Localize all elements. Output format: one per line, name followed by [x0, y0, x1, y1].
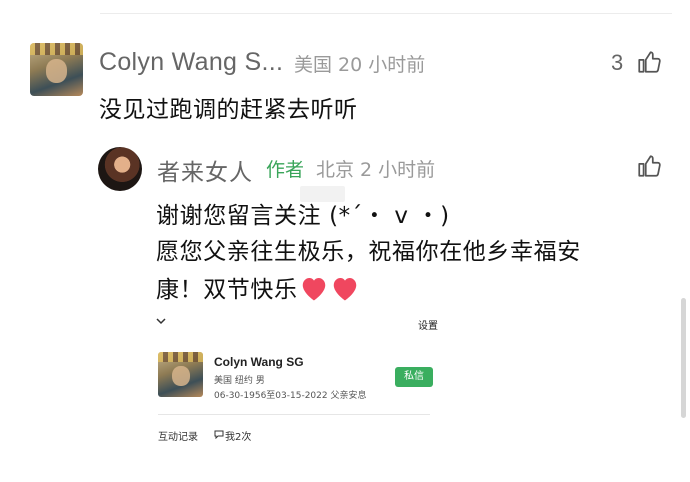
scrollbar[interactable] — [681, 298, 686, 418]
reply-meta: 北京 2 小时前 — [316, 159, 436, 181]
chevron-down-icon[interactable] — [154, 315, 168, 327]
chat-count: 我2次 — [225, 432, 252, 443]
avatar[interactable] — [30, 43, 83, 96]
profile-avatar — [158, 352, 203, 397]
comment-thread: Colyn Wang S... 美国 20 小时前 3 没见过跑调的赶紧去听听 … — [0, 0, 690, 482]
comment-body: 没见过跑调的赶紧去听听 — [99, 97, 358, 123]
divider — [158, 414, 430, 415]
reply-avatar[interactable] — [98, 147, 142, 191]
settings-link[interactable]: 设置 — [418, 317, 438, 332]
chat-bubble-icon — [214, 430, 224, 439]
profile-name: Colyn Wang SG — [214, 355, 304, 369]
heart-emoji-icon — [333, 278, 356, 301]
comment-like-count: 3 — [611, 50, 624, 75]
author-badge: 作者 — [266, 159, 305, 181]
profile-location: 美国 纽约 男 — [214, 376, 265, 386]
reply-body-text: 康！双节快乐 — [156, 277, 298, 303]
interactions-link[interactable]: 互动记录 — [158, 428, 198, 443]
message-button[interactable]: 私信 — [395, 367, 433, 387]
comment-meta: 美国 20 小时前 — [294, 54, 426, 76]
reply-body-line: 康！双节快乐 — [156, 270, 646, 304]
divider — [100, 13, 672, 14]
thumbs-up-icon[interactable] — [636, 49, 662, 75]
comment-author-name[interactable]: Colyn Wang S... — [99, 48, 283, 77]
reply-body-line: 愿您父亲往生极乐，祝福你在他乡幸福安 — [156, 239, 581, 265]
heart-emoji-icon — [302, 278, 325, 301]
blur-overlay — [300, 186, 345, 202]
reply-author-name[interactable]: 者来女人 — [157, 153, 253, 187]
thumbs-up-icon[interactable] — [636, 153, 662, 179]
reply-body-line: 谢谢您留言关注 (*´・ v ・) — [156, 203, 450, 229]
profile-dates: 06-30-1956至03-15-2022 父亲安息 — [214, 391, 367, 401]
